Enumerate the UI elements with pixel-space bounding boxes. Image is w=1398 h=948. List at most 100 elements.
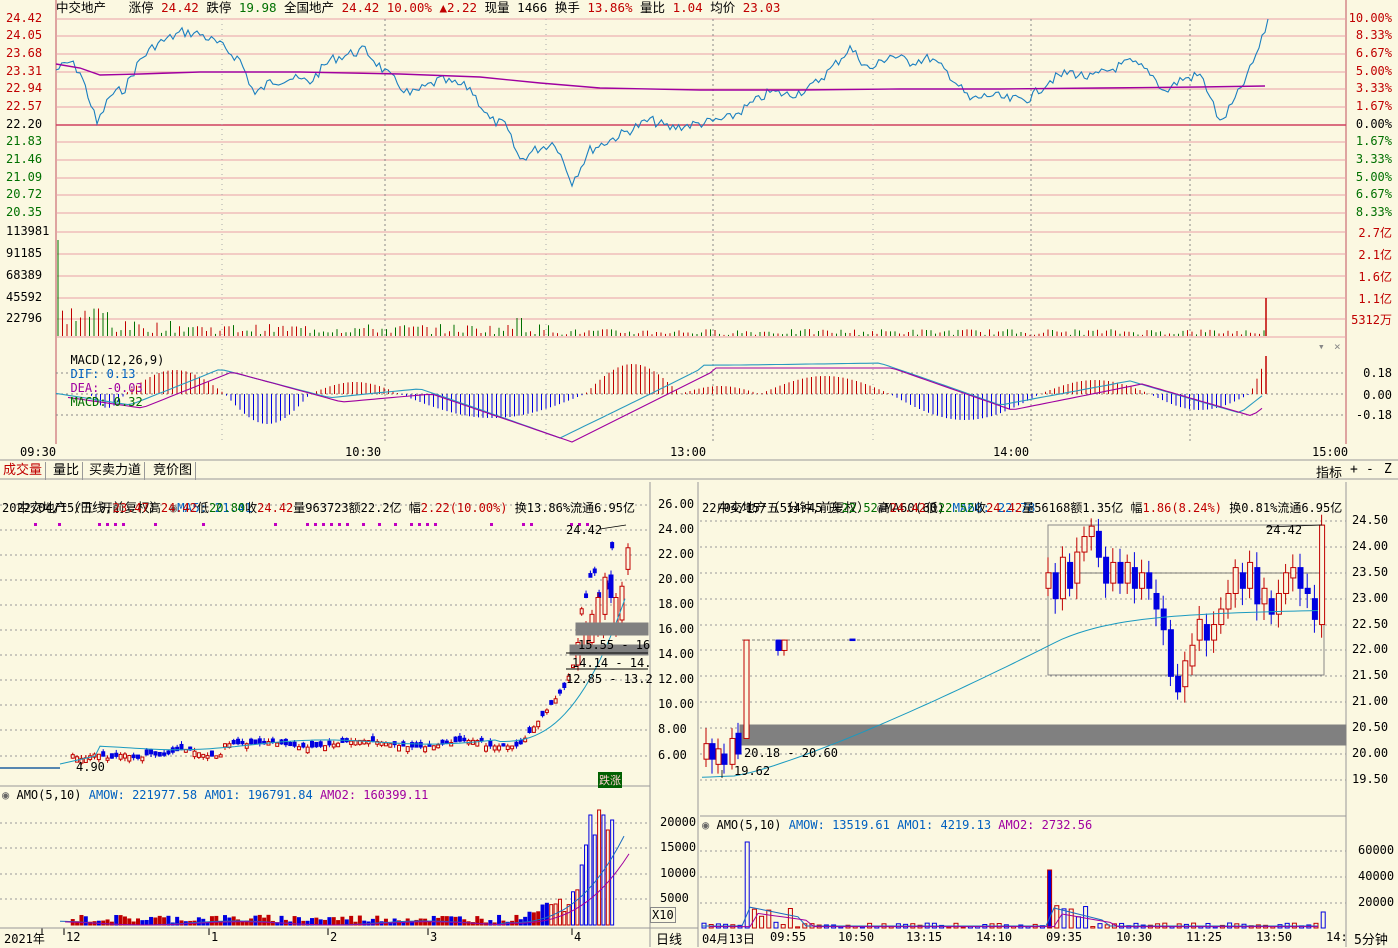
toggle-icon[interactable]: ◉ <box>2 788 9 802</box>
5min-candle <box>729 737 736 765</box>
signal-dot <box>522 523 525 526</box>
daily-candle <box>257 738 262 745</box>
amo-bar <box>566 904 571 926</box>
daily-candle <box>457 735 462 742</box>
tab-auction[interactable]: 竞价图 <box>150 462 197 480</box>
price-tick-right: 5.00% <box>1355 170 1392 184</box>
price-tick-right: 1.67% <box>1355 99 1392 113</box>
daily-high: 24.42 <box>160 501 197 515</box>
daily-candle <box>336 742 341 748</box>
pct-label: 幅 <box>408 501 421 515</box>
daily-candle <box>492 745 497 751</box>
daily-candle <box>136 754 140 759</box>
5min-period-button[interactable]: 5分钟 <box>1354 929 1388 948</box>
daily-amount: 额22.2亿 <box>348 501 402 515</box>
price-tick-right: 6.67% <box>1355 46 1392 60</box>
zhangdie-badge[interactable]: 跌涨 <box>598 772 622 788</box>
volume-tick-left: 22796 <box>6 311 43 325</box>
amo-bar <box>536 911 541 926</box>
5min-price-tick: 21.00 <box>1352 694 1389 708</box>
5min-candle <box>1247 561 1254 589</box>
amo-bar <box>960 926 966 929</box>
5min-candle <box>1319 524 1326 626</box>
5min-time-tick: 09:55 <box>770 930 807 944</box>
daily-candle <box>109 753 114 759</box>
signal-dot <box>338 523 341 526</box>
volume-tick-left: 113981 <box>6 224 50 238</box>
5min-candle <box>721 753 728 765</box>
zoom-out-button[interactable]: - <box>1366 462 1374 477</box>
daily-candle <box>240 740 245 745</box>
z-button[interactable]: Z <box>1384 462 1392 477</box>
5min-candle <box>735 732 742 755</box>
macd-header: MACD(12,26,9) DIF: 0.13 DEA: -0.03 MACD:… <box>56 339 164 409</box>
amo-bar <box>136 918 140 926</box>
5min-candle <box>1189 644 1196 667</box>
daily-candle <box>527 727 532 734</box>
5min-volume: 量56168 <box>1022 501 1071 515</box>
daily-candle <box>179 743 184 751</box>
amo-bar <box>1047 869 1053 929</box>
daily-price-tick: 26.00 <box>658 497 695 511</box>
amo-title: AMO(5,10) <box>716 818 782 832</box>
price-tick-left: 21.46 <box>6 152 43 166</box>
daily-candle <box>310 740 314 748</box>
amo-bar <box>1083 906 1089 929</box>
daily-candle <box>96 753 101 761</box>
amo-bar <box>114 915 119 926</box>
tab-buy-sell-force[interactable]: 买卖力道 <box>86 462 146 480</box>
daily-price-tick: 20.00 <box>658 572 695 586</box>
daily-price-tick: 24.00 <box>658 522 695 536</box>
amo-bar <box>318 919 323 926</box>
5min-pct: 1.86(8.24%) <box>1142 501 1222 515</box>
signal-dot <box>346 523 349 526</box>
daily-candle <box>536 720 541 728</box>
amo-bar <box>214 915 219 926</box>
amo-bar <box>279 915 284 926</box>
zone-label-2: 14.14 - 14. <box>572 656 652 670</box>
daily-candle <box>105 757 110 761</box>
5min-candle <box>1081 536 1088 553</box>
x10-button[interactable]: X10 <box>650 907 676 923</box>
5min-low: 22.52 <box>937 501 975 515</box>
price-change: ▲2.22 <box>439 0 478 15</box>
volume-tick-right: 2.1亿 <box>1358 248 1392 262</box>
zoom-in-button[interactable]: + <box>1350 462 1358 477</box>
amo-tick: 15000 <box>660 840 697 854</box>
tab-volume[interactable]: 成交量 <box>0 462 47 480</box>
price-tick-left: 22.20 <box>6 117 43 131</box>
daily-candle <box>127 755 132 762</box>
close-icon[interactable]: × <box>1334 340 1341 353</box>
amo-bar <box>523 916 528 926</box>
5min-candle <box>1052 572 1059 600</box>
indicator-button[interactable]: 指标 <box>1316 462 1342 481</box>
amo-bar <box>223 915 227 926</box>
5min-candle <box>1283 572 1290 594</box>
daily-candle <box>397 744 401 752</box>
macd-dropdown-icon[interactable]: ▾ <box>1318 340 1325 353</box>
daily-candle <box>549 700 554 705</box>
5min-candle <box>1304 587 1311 594</box>
daily-candle <box>314 741 319 748</box>
5min-candle <box>1175 675 1182 693</box>
daily-date-tick: 2021年 <box>4 932 45 946</box>
tab-volume-ratio[interactable]: 量比 <box>50 462 84 480</box>
price-tick-left: 23.68 <box>6 46 43 60</box>
amo-tick: 20000 <box>660 815 697 829</box>
5min-amo-header: ◉ AMO(5,10) AMOW: 13519.61 AMO1: 4219.13… <box>702 818 1092 832</box>
daily-candle <box>157 751 162 757</box>
5min-time-tick: 14:10 <box>976 930 1013 944</box>
5min-candle <box>1059 556 1066 600</box>
amo-bar <box>1061 908 1067 929</box>
daily-date-tick: 12 <box>66 930 81 944</box>
daily-period-button[interactable]: 日线 <box>656 929 682 948</box>
5min-candle <box>781 639 788 651</box>
5min-float: 流通6.95亿 <box>1277 501 1343 515</box>
amo-amo1: AMO1: 4219.13 <box>897 818 992 832</box>
toggle-icon[interactable]: ◉ <box>702 818 709 832</box>
amo-bar <box>540 904 545 926</box>
5min-time-tick: 11:25 <box>1186 930 1223 944</box>
daily-candle <box>223 743 227 748</box>
price-tick-left: 22.94 <box>6 81 43 95</box>
5min-candle <box>1254 567 1261 605</box>
